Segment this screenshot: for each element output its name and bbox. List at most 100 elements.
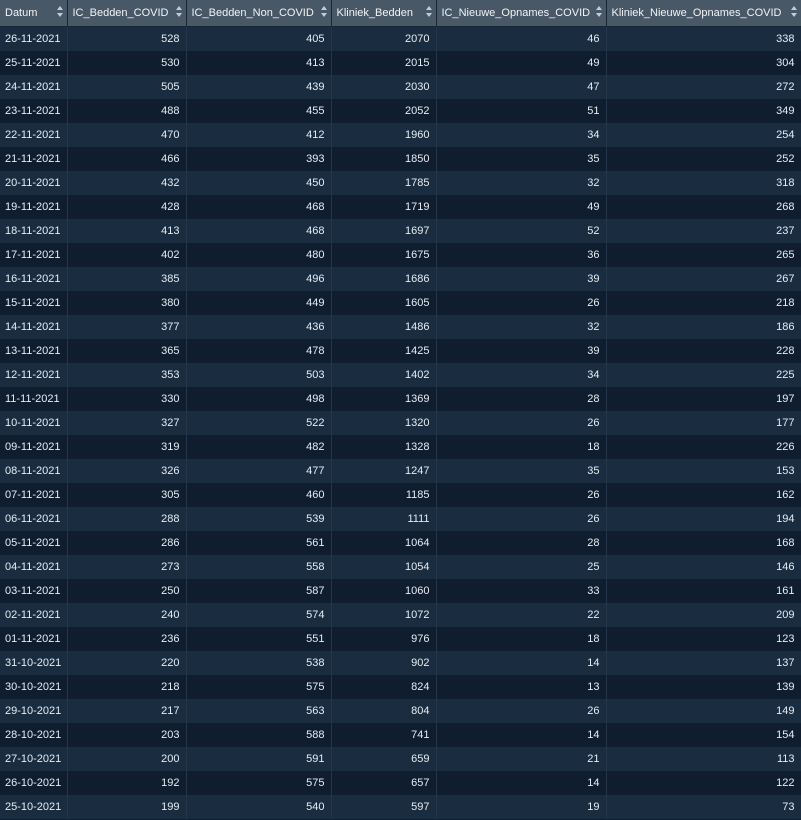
table-cell: 503 <box>186 363 332 387</box>
table-cell: 13-11-2021 <box>0 339 68 363</box>
table-cell: 49 <box>436 51 607 75</box>
table-row[interactable]: 25-11-2021 530 413 2015 49 304 <box>0 51 801 75</box>
table-cell: 04-11-2021 <box>0 555 68 579</box>
table-cell: 47 <box>436 75 607 99</box>
table-row[interactable]: 27-10-2021 200 591 659 21 113 <box>0 747 801 771</box>
table-cell: 449 <box>186 291 332 315</box>
table-row[interactable]: 26-10-2021 192 575 657 14 122 <box>0 771 801 795</box>
table-cell: 480 <box>186 243 332 267</box>
sort-arrows-icon[interactable] <box>595 6 602 18</box>
table-row[interactable]: 10-11-2021 327 522 1320 26 177 <box>0 411 801 435</box>
column-header-ic-bedden-covid[interactable]: IC_Bedden_COVID <box>67 0 187 27</box>
column-header-kliniek-nieuwe-opnames-covid[interactable]: Kliniek_Nieuwe_Opnames_COVID <box>606 0 801 27</box>
table-cell: 19-11-2021 <box>0 195 68 219</box>
table-row[interactable]: 26-11-2021 528 405 2070 46 338 <box>0 26 801 51</box>
table-cell: 1072 <box>331 603 437 627</box>
table-cell: 161 <box>606 579 801 603</box>
table-row[interactable]: 15-11-2021 380 449 1605 26 218 <box>0 291 801 315</box>
table-cell: 154 <box>606 723 801 747</box>
sort-arrows-icon[interactable] <box>175 6 182 18</box>
table-cell: 505 <box>67 75 187 99</box>
table-cell: 10-11-2021 <box>0 411 68 435</box>
table-cell: 13 <box>436 675 607 699</box>
table-cell: 218 <box>606 291 801 315</box>
table-row[interactable]: 24-11-2021 505 439 2030 47 272 <box>0 75 801 99</box>
table-cell: 32 <box>436 315 607 339</box>
table-cell: 32 <box>436 171 607 195</box>
table-cell: 73 <box>606 795 801 819</box>
table-cell: 123 <box>606 627 801 651</box>
column-header-datum[interactable]: Datum <box>0 0 68 27</box>
table-cell: 25 <box>436 555 607 579</box>
table-cell: 09-11-2021 <box>0 435 68 459</box>
table-cell: 1425 <box>331 339 437 363</box>
table-row[interactable]: 03-11-2021 250 587 1060 33 161 <box>0 579 801 603</box>
table-cell: 26 <box>436 483 607 507</box>
table-row[interactable]: 14-11-2021 377 436 1486 32 186 <box>0 315 801 339</box>
table-cell: 27-10-2021 <box>0 747 68 771</box>
table-cell: 304 <box>606 51 801 75</box>
table-row[interactable]: 09-11-2021 319 482 1328 18 226 <box>0 435 801 459</box>
table-cell: 588 <box>186 723 332 747</box>
table-cell: 39 <box>436 267 607 291</box>
column-header-ic-nieuwe-opnames-covid[interactable]: IC_Nieuwe_Opnames_COVID <box>436 0 607 27</box>
table-row[interactable]: 16-11-2021 385 496 1686 39 267 <box>0 267 801 291</box>
table-row[interactable]: 29-10-2021 217 563 804 26 149 <box>0 699 801 723</box>
table-row[interactable]: 25-10-2021 199 540 597 19 73 <box>0 795 801 819</box>
table-row[interactable]: 30-10-2021 218 575 824 13 139 <box>0 675 801 699</box>
table-row[interactable]: 13-11-2021 365 478 1425 39 228 <box>0 339 801 363</box>
table-cell: 14 <box>436 651 607 675</box>
table-cell: 01-11-2021 <box>0 627 68 651</box>
table-row[interactable]: 21-11-2021 466 393 1850 35 252 <box>0 147 801 171</box>
table-row[interactable]: 22-11-2021 470 412 1960 34 254 <box>0 123 801 147</box>
table-cell: 1054 <box>331 555 437 579</box>
table-row[interactable]: 04-11-2021 273 558 1054 25 146 <box>0 555 801 579</box>
table-cell: 52 <box>436 219 607 243</box>
table-row[interactable]: 20-11-2021 432 450 1785 32 318 <box>0 171 801 195</box>
table-cell: 203 <box>67 723 187 747</box>
sort-arrows-icon[interactable] <box>56 6 63 18</box>
table-cell: 26 <box>436 411 607 435</box>
table-cell: 478 <box>186 339 332 363</box>
table-cell: 377 <box>67 315 187 339</box>
table-row[interactable]: 18-11-2021 413 468 1697 52 237 <box>0 219 801 243</box>
table-cell: 24-11-2021 <box>0 75 68 99</box>
table-row[interactable]: 28-10-2021 203 588 741 14 154 <box>0 723 801 747</box>
table-cell: 522 <box>186 411 332 435</box>
sort-arrows-icon[interactable] <box>320 6 327 18</box>
table-cell: 2015 <box>331 51 437 75</box>
table-row[interactable]: 07-11-2021 305 460 1185 26 162 <box>0 483 801 507</box>
table-row[interactable]: 17-11-2021 402 480 1675 36 265 <box>0 243 801 267</box>
table-cell: 14 <box>436 771 607 795</box>
table-cell: 561 <box>186 531 332 555</box>
table-cell: 824 <box>331 675 437 699</box>
table-cell: 380 <box>67 291 187 315</box>
table-row[interactable]: 23-11-2021 488 455 2052 51 349 <box>0 99 801 123</box>
table-row[interactable]: 05-11-2021 286 561 1064 28 168 <box>0 531 801 555</box>
table-row[interactable]: 11-11-2021 330 498 1369 28 197 <box>0 387 801 411</box>
column-header-kliniek-bedden[interactable]: Kliniek_Bedden <box>331 0 437 27</box>
table-cell: 228 <box>606 339 801 363</box>
table-cell: 153 <box>606 459 801 483</box>
table-row[interactable]: 01-11-2021 236 551 976 18 123 <box>0 627 801 651</box>
sort-arrows-icon[interactable] <box>425 6 432 18</box>
table-cell: 209 <box>606 603 801 627</box>
table-cell: 25-10-2021 <box>0 795 68 819</box>
table-cell: 194 <box>606 507 801 531</box>
table-cell: 236 <box>67 627 187 651</box>
table-row[interactable]: 08-11-2021 326 477 1247 35 153 <box>0 459 801 483</box>
column-header-ic-bedden-non-covid[interactable]: IC_Bedden_Non_COVID <box>186 0 332 27</box>
table-row[interactable]: 12-11-2021 353 503 1402 34 225 <box>0 363 801 387</box>
table-cell: 19 <box>436 795 607 819</box>
table-cell: 338 <box>606 26 801 51</box>
table-row[interactable]: 02-11-2021 240 574 1072 22 209 <box>0 603 801 627</box>
table-row[interactable]: 31-10-2021 220 538 902 14 137 <box>0 651 801 675</box>
table-row[interactable]: 19-11-2021 428 468 1719 49 268 <box>0 195 801 219</box>
table-row[interactable]: 06-11-2021 288 539 1111 26 194 <box>0 507 801 531</box>
table-cell: 551 <box>186 627 332 651</box>
column-header-label: Kliniek_Nieuwe_Opnames_COVID <box>611 7 782 19</box>
sort-arrows-icon[interactable] <box>790 6 797 18</box>
table-cell: 273 <box>67 555 187 579</box>
table-cell: 11-11-2021 <box>0 387 68 411</box>
table-cell: 29-10-2021 <box>0 699 68 723</box>
